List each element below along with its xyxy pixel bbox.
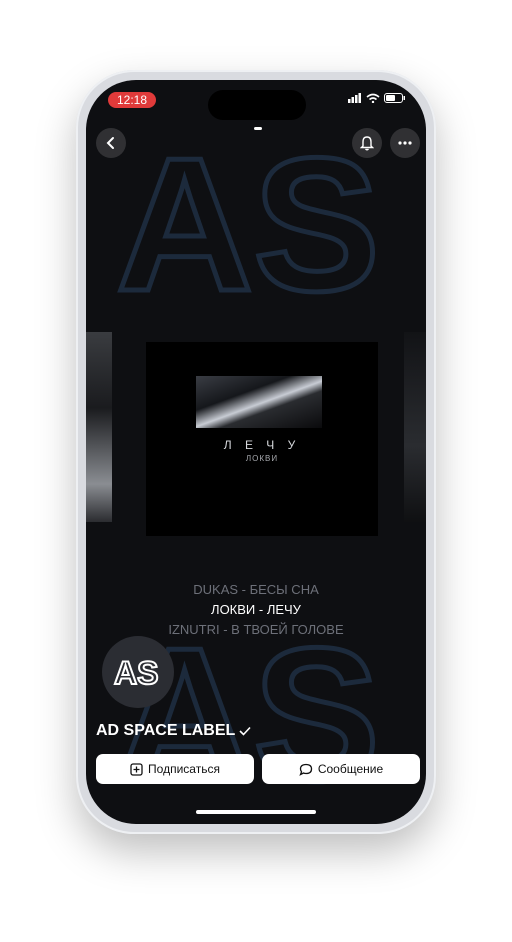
page-indicator bbox=[254, 127, 262, 130]
track-item-active[interactable]: ЛОКВИ - ЛЕЧУ bbox=[86, 600, 426, 620]
check-icon bbox=[239, 726, 251, 736]
subscribe-label: Подписаться bbox=[148, 762, 220, 776]
wifi-icon bbox=[366, 93, 380, 103]
watermark-text-top: AS bbox=[116, 119, 380, 331]
more-icon bbox=[398, 141, 412, 145]
subscribe-button[interactable]: Подписаться bbox=[96, 754, 254, 784]
status-time: 12:18 bbox=[108, 92, 156, 108]
track-item[interactable]: DUKAS - БЕСЫ СНА bbox=[86, 580, 426, 600]
dynamic-island bbox=[208, 90, 306, 120]
chat-bubble-icon bbox=[299, 763, 312, 776]
home-indicator[interactable] bbox=[196, 810, 316, 814]
action-buttons: Подписаться Сообщение bbox=[96, 754, 420, 784]
cover-photo bbox=[196, 376, 322, 428]
svg-text:AS: AS bbox=[114, 655, 158, 690]
profile-name: AD SPACE LABEL bbox=[96, 722, 236, 739]
chevron-left-icon bbox=[106, 137, 114, 149]
avatar-logo: AS bbox=[113, 654, 159, 690]
side-cover-left[interactable] bbox=[86, 332, 112, 522]
profile-name-row: AD SPACE LABEL bbox=[96, 722, 251, 740]
app-screen: AS AS 12:18 Л Е Ч У ЛОКВИ DUKAS - БЕСЫ С… bbox=[86, 80, 426, 824]
back-button[interactable] bbox=[96, 128, 126, 158]
battery-icon bbox=[384, 93, 405, 103]
bell-icon bbox=[360, 136, 374, 151]
status-icons bbox=[348, 93, 406, 103]
more-button[interactable] bbox=[390, 128, 420, 158]
cover-artist: ЛОКВИ bbox=[245, 454, 279, 463]
notifications-button[interactable] bbox=[352, 128, 382, 158]
signal-icon bbox=[348, 93, 361, 103]
message-label: Сообщение bbox=[317, 762, 384, 776]
avatar[interactable]: AS bbox=[102, 636, 174, 708]
release-cover[interactable]: Л Е Ч У ЛОКВИ bbox=[146, 342, 378, 536]
plus-square-icon bbox=[130, 762, 143, 776]
cover-title: Л Е Ч У bbox=[223, 438, 301, 452]
track-list: DUKAS - БЕСЫ СНА ЛОКВИ - ЛЕЧУ IZNUTRI - … bbox=[86, 580, 426, 640]
message-button[interactable]: Сообщение bbox=[262, 754, 420, 784]
side-cover-right[interactable] bbox=[404, 332, 426, 522]
